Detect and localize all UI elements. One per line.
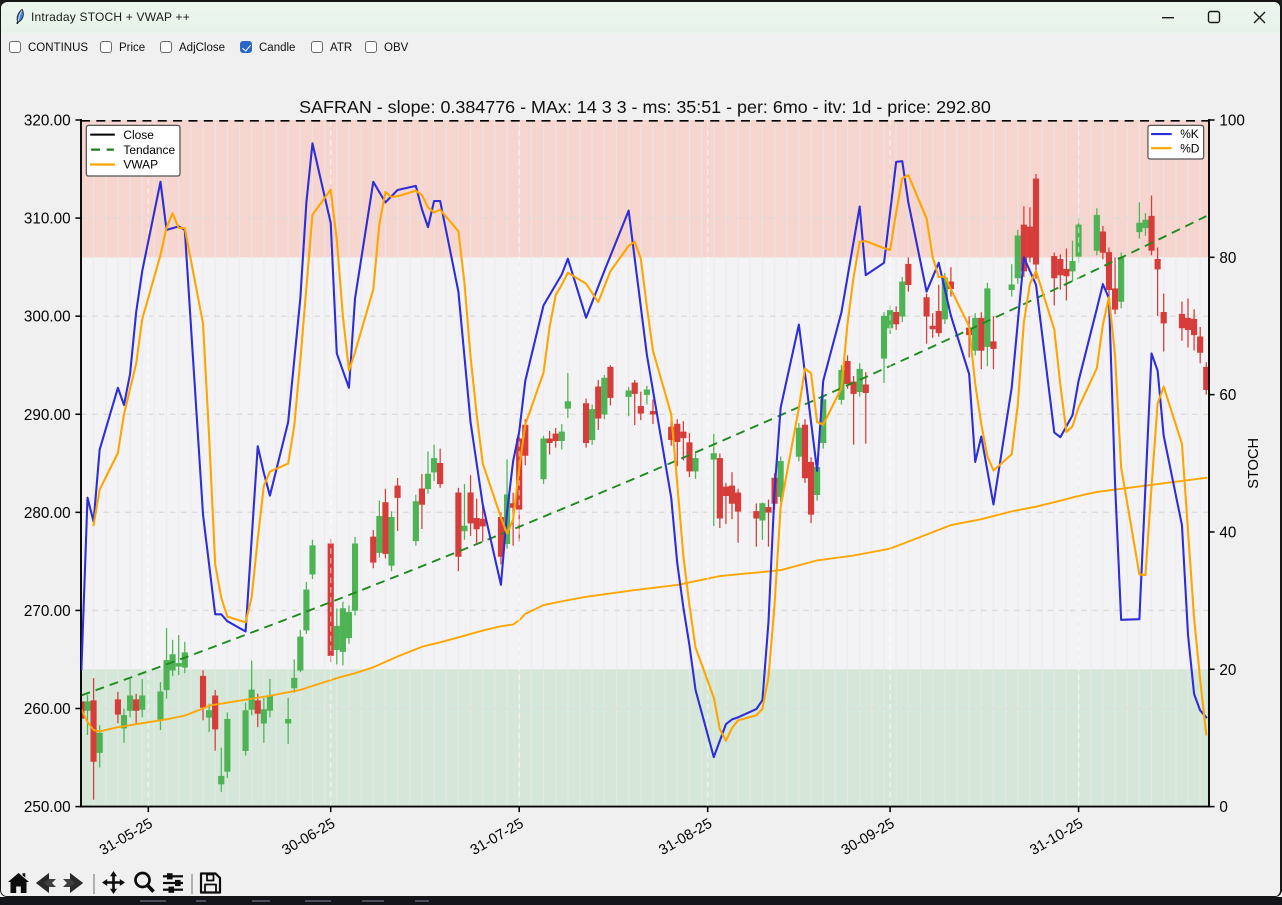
svg-text:270.00: 270.00 [24,603,71,620]
svg-text:250.00: 250.00 [24,799,71,816]
svg-text:%D: %D [1180,141,1200,155]
svg-text:VWAP: VWAP [123,158,158,172]
svg-text:40: 40 [1219,524,1236,541]
svg-text:SAFRAN - slope: 0.384776 - MAx: SAFRAN - slope: 0.384776 - MAx: 14 3 3 -… [299,97,991,117]
svg-text:Close: Close [123,128,154,142]
svg-text:0: 0 [1219,799,1227,816]
svg-text:20: 20 [1219,662,1236,679]
svg-text:320.00: 320.00 [24,113,71,130]
svg-text:80: 80 [1219,250,1236,267]
svg-text:290.00: 290.00 [24,407,71,424]
svg-text:Tendance: Tendance [123,143,175,157]
svg-text:300.00: 300.00 [24,309,71,326]
svg-text:%K: %K [1180,127,1199,141]
svg-text:280.00: 280.00 [24,505,71,522]
svg-text:60: 60 [1219,387,1236,404]
svg-text:STOCH: STOCH [1246,438,1262,489]
svg-text:100: 100 [1219,113,1244,130]
svg-text:310.00: 310.00 [24,211,71,228]
svg-text:260.00: 260.00 [24,701,71,718]
